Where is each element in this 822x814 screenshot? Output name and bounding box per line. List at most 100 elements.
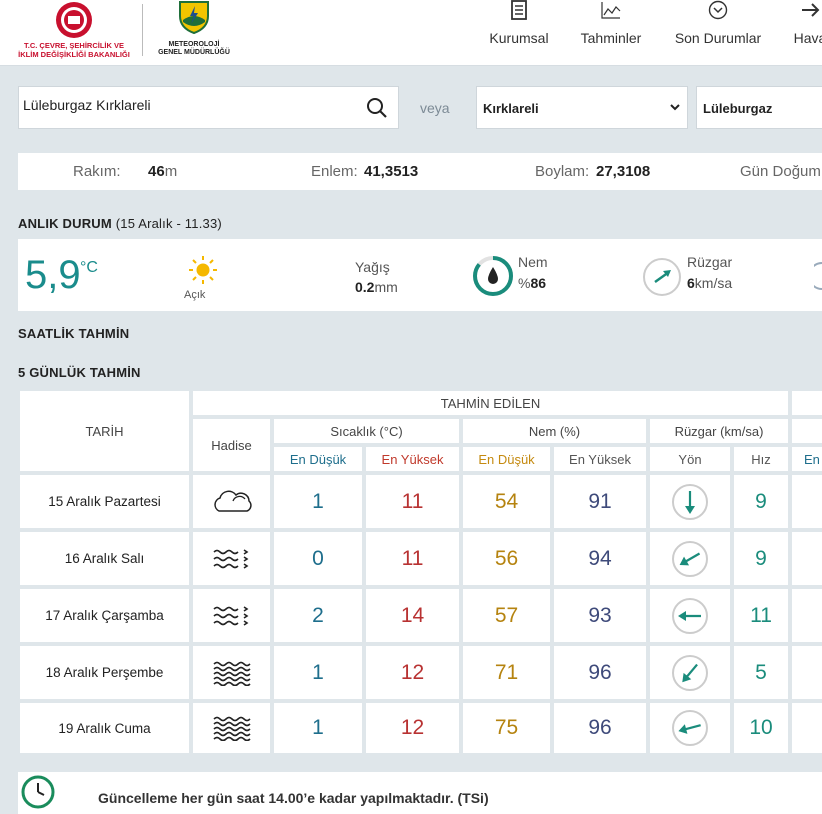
nav-tahminler-label: Tahminler	[580, 30, 642, 46]
subheader-temp-min-label: En Düşük	[289, 451, 347, 467]
col-header-cut	[792, 391, 822, 415]
subheader-wind-speed-label: Hız	[751, 451, 771, 467]
cut-cell	[792, 532, 822, 585]
hourly-forecast-title[interactable]: SAATLİK TAHMİN	[18, 326, 129, 341]
subheader-hum-max-label: En Yüksek	[569, 451, 631, 467]
longitude-label: Boylam:	[535, 163, 590, 180]
province-select-value: Kırklareli	[483, 101, 539, 116]
col-header-hadise-label: Hadise	[211, 437, 252, 453]
col-header-wind: Rüzgar (km/sa)	[650, 419, 788, 443]
humidity-min-cell: 75	[463, 703, 550, 753]
chevron-down-icon	[670, 104, 680, 111]
nav-son-durumlar[interactable]: Son Durumlar	[670, 0, 766, 62]
sun-icon	[189, 256, 217, 284]
wind-direction-icon	[650, 646, 730, 699]
temp-max-cell: 12	[366, 703, 459, 753]
altitude-number: 46	[148, 163, 165, 180]
nav-hava[interactable]: Hava	[790, 0, 822, 62]
col-header-humidity: Nem (%)	[463, 419, 646, 443]
wind-direction-icon	[650, 532, 730, 585]
wind-unit: km/sa	[694, 275, 733, 291]
mgm-name-line2: GENEL MÜDÜRLÜĞÜ	[158, 49, 230, 56]
col-header-hadise: Hadise	[193, 419, 270, 471]
nav-tahminler[interactable]: Tahminler	[576, 0, 646, 62]
current-temperature: 5,9	[25, 253, 81, 297]
temp-max-cell: 14	[366, 589, 459, 642]
wind-number: 6	[687, 275, 695, 291]
plane-icon	[802, 3, 820, 17]
temp-max-cell: 11	[366, 475, 459, 528]
condition-label: Açık	[184, 289, 206, 301]
row-date: 17 Aralık Çarşamba	[20, 589, 189, 642]
col-header-date-label: TARİH	[85, 423, 124, 439]
wind-direction-icon	[650, 475, 730, 528]
sunrise-label: Gün Doğum	[740, 163, 821, 180]
col-header-humidity-label: Nem (%)	[528, 423, 581, 439]
ministry-logo[interactable]: T.C. ÇEVRE, ŞEHİRCİLİK VE İKLİM DEĞİŞİKL…	[12, 0, 136, 62]
location-search[interactable]	[18, 86, 399, 129]
precipitation-number: 0.2	[355, 279, 375, 295]
humidity-max-cell: 96	[554, 703, 646, 753]
temperature-unit: °C	[80, 259, 98, 276]
wind-speed-cell: 9	[734, 475, 788, 528]
altitude-label: Rakım:	[73, 163, 121, 180]
longitude-number: 27,3108	[596, 163, 651, 180]
mgm-logo[interactable]: METEOROLOJİ GENEL MÜDÜRLÜĞÜ	[150, 0, 238, 62]
wind-direction-icon	[643, 258, 681, 296]
ministry-emblem-icon	[56, 2, 92, 38]
humidity-gauge-icon	[473, 256, 513, 296]
district-select[interactable]: Lüleburgaz	[696, 86, 822, 129]
temp-min-cell: 2	[274, 589, 362, 642]
wind-speed-cell: 5	[734, 646, 788, 699]
haze-icon	[193, 646, 270, 699]
cut-cell	[792, 589, 822, 642]
province-select[interactable]: Kırklareli	[476, 86, 688, 129]
col-header-temperature-label: Sıcaklık (°C)	[330, 423, 403, 439]
temp-min-cell: 0	[274, 532, 362, 585]
humidity-max-cell: 91	[554, 475, 646, 528]
nav-hava-label: Hava	[793, 30, 822, 46]
subheader-wind-dir-label: Yön	[678, 451, 702, 467]
precipitation-value: 0.2mm	[355, 279, 398, 295]
mgm-emblem-icon	[179, 1, 209, 34]
humidity-min-cell: 54	[463, 475, 550, 528]
latitude-number: 41,3513	[364, 163, 419, 180]
current-title-text: ANLIK DURUM	[18, 216, 112, 231]
subheader-temp-min: En Düşük	[274, 447, 362, 471]
col-header-date: TARİH	[20, 391, 189, 471]
humidity-max-cell: 94	[554, 532, 646, 585]
precipitation-unit: mm	[374, 279, 398, 295]
subheader-cut-label: En	[804, 451, 820, 467]
cut-cell	[792, 475, 822, 528]
five-day-forecast-title: 5 GÜNLÜK TAHMİN	[18, 365, 141, 380]
search-icon[interactable]	[366, 97, 388, 119]
ministry-name-line2: İKLİM DEĞİŞİKLİĞİ BAKANLIĞI	[18, 50, 130, 59]
chart-icon	[601, 2, 621, 19]
site-header: T.C. ÇEVRE, ŞEHİRCİLİK VE İKLİM DEĞİŞİKL…	[0, 0, 822, 66]
wind-speed-cell: 10	[734, 703, 788, 753]
document-icon	[511, 0, 527, 20]
row-date: 19 Aralık Cuma	[20, 703, 189, 753]
location-info-bar: Rakım: 46m Enlem: 41,3513 Boylam: 27,310…	[18, 153, 822, 190]
temp-max-cell: 11	[366, 532, 459, 585]
humidity-value: %86	[518, 275, 546, 291]
col-header-predicted: TAHMİN EDİLEN	[193, 391, 788, 415]
precipitation-label: Yağış	[355, 259, 390, 275]
col-header-wind-label: Rüzgar (km/sa)	[674, 423, 764, 439]
subheader-hum-min: En Düşük	[463, 447, 550, 471]
haze-icon	[193, 703, 270, 753]
humidity-max-cell: 93	[554, 589, 646, 642]
current-conditions-title: ANLIK DURUM (15 Aralık - 11.33)	[18, 216, 222, 231]
fog-icon	[193, 589, 270, 642]
subheader-temp-max-label: En Yüksek	[381, 451, 444, 467]
wind-direction-icon	[650, 589, 730, 642]
search-input[interactable]	[23, 97, 353, 113]
col-header-temperature: Sıcaklık (°C)	[274, 419, 459, 443]
humidity-min-cell: 56	[463, 532, 550, 585]
update-notice: Güncelleme her gün saat 14.00’e kadar ya…	[18, 772, 822, 814]
nav-son-durumlar-label: Son Durumlar	[674, 30, 762, 46]
chevron-circle-icon	[708, 0, 728, 20]
humidity-min-cell: 57	[463, 589, 550, 642]
latitude-label: Enlem:	[311, 163, 358, 180]
nav-kurumsal[interactable]: Kurumsal	[486, 0, 552, 62]
